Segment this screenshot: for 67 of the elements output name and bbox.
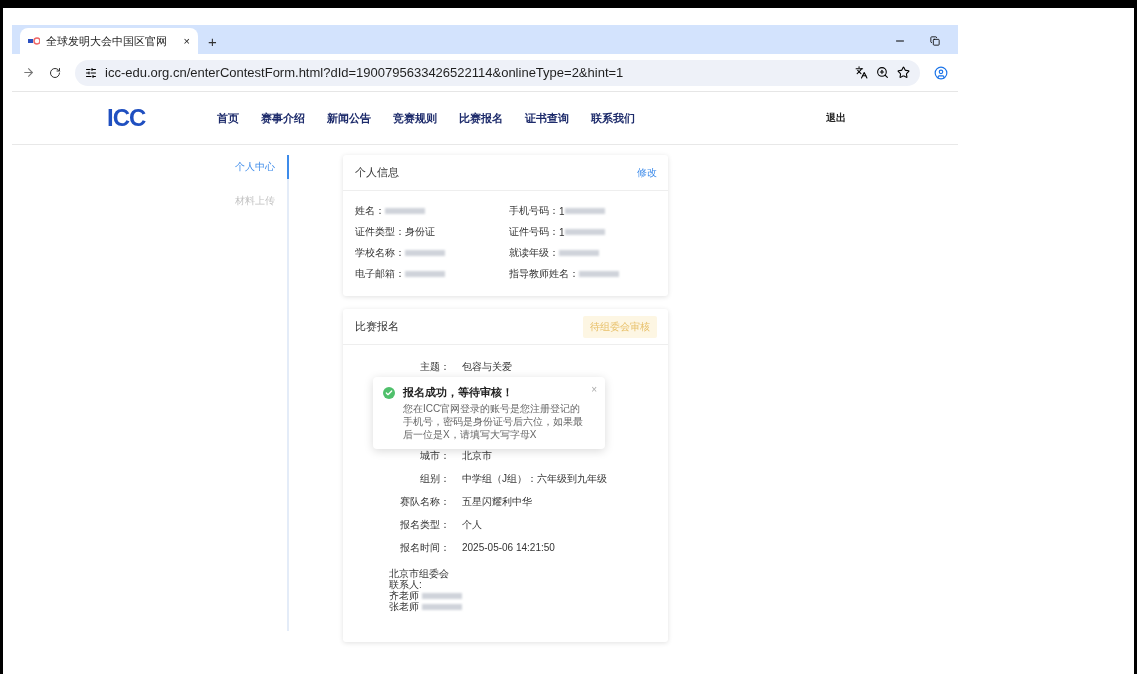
contact-text: 联系人: [389,579,422,590]
toast-message: 您在ICC官网登录的账号是您注册登记的手机号，密码是身份证号后六位，如果最后一位是X，请填写大写字母X [403,402,583,441]
blurred-value [564,229,605,235]
card-title: 比赛报名 [355,319,399,334]
blurred-value [559,250,599,256]
field-label: 证件号码： [509,225,559,239]
restore-icon[interactable] [930,36,940,46]
row-label: 主题： [419,359,450,374]
blurred-value [422,592,462,599]
blurred-value [405,250,445,256]
contact-text: 张老师 [389,601,419,612]
field-label: 证件类型： [355,225,405,239]
row-label: 报名类型： [399,517,450,532]
new-tab-button[interactable]: + [204,33,221,50]
field-label: 手机号码： [509,204,559,218]
row-value: 北京市 [462,448,492,463]
blurred-value [564,208,605,214]
contact-text: 齐老师 [389,590,419,601]
row-value: 包容与关爱 [462,359,512,374]
row-label: 报名时间： [399,540,450,555]
reload-icon[interactable] [49,66,61,79]
nav-link[interactable]: 新闻公告 [327,110,371,126]
browser-tab[interactable]: 全球发明大会中国区官网 × [20,28,198,54]
card-title: 个人信息 [355,165,399,180]
row-value: 五星闪耀利中华 [462,494,532,509]
edit-link[interactable]: 修改 [637,165,657,180]
blurred-value [385,208,425,214]
nav-link[interactable]: 竞赛规则 [393,110,437,126]
row-value: 中学组（J组）：六年级到九年级 [462,471,607,486]
logout-link[interactable]: 退出 [826,111,846,125]
status-badge: 待组委会审核 [583,315,657,338]
field-value: 1 [559,205,565,217]
blurred-value [579,271,619,277]
forward-icon[interactable] [22,66,35,79]
field-label: 姓名： [355,204,385,218]
field-label: 指导教师姓名： [509,267,579,281]
address-bar[interactable]: icc-edu.org.cn/enterContestForm.html?dId=1900795633426522114&onlineType=2&hint=1 [75,59,920,86]
nav-link[interactable]: 比赛报名 [459,110,503,126]
toast-title: 报名成功，等待审核！ [403,385,514,400]
row-label: 组别： [419,471,450,486]
row-label: 城市： [419,448,450,463]
nav-link[interactable]: 首页 [217,110,239,126]
field-label: 就读年级： [509,246,559,260]
row-label: 赛队名称： [399,494,450,509]
sidebar-item[interactable]: 个人中心 [235,155,289,179]
bookmark-star-icon[interactable] [897,66,910,79]
field-label: 电子邮箱： [355,267,405,281]
site-favicon [28,37,40,45]
translate-icon[interactable] [855,66,868,79]
row-value: 个人 [462,517,482,532]
check-icon [383,387,395,399]
row-value: 2025-05-06 14:21:50 [462,542,555,553]
blurred-value [405,271,445,277]
site-settings-icon[interactable] [85,66,97,79]
contact-text: 北京市组委会 [389,568,449,579]
field-value: 1 [559,226,565,238]
tab-close-button[interactable]: × [183,35,190,47]
nav-link[interactable]: 联系我们 [591,110,635,126]
field-label: 学校名称： [355,246,405,260]
nav-link[interactable]: 证书查询 [525,110,569,126]
zoom-icon[interactable] [876,66,889,79]
profile-icon[interactable] [934,65,948,80]
nav-link[interactable]: 赛事介绍 [261,110,305,126]
icc-logo: ICC [107,104,147,132]
url-text: icc-edu.org.cn/enterContestForm.html?dId=1900795633426522114&onlineType=2&hint=1 [105,65,625,80]
blurred-value [422,603,462,610]
field-value: 身份证 [405,225,435,239]
